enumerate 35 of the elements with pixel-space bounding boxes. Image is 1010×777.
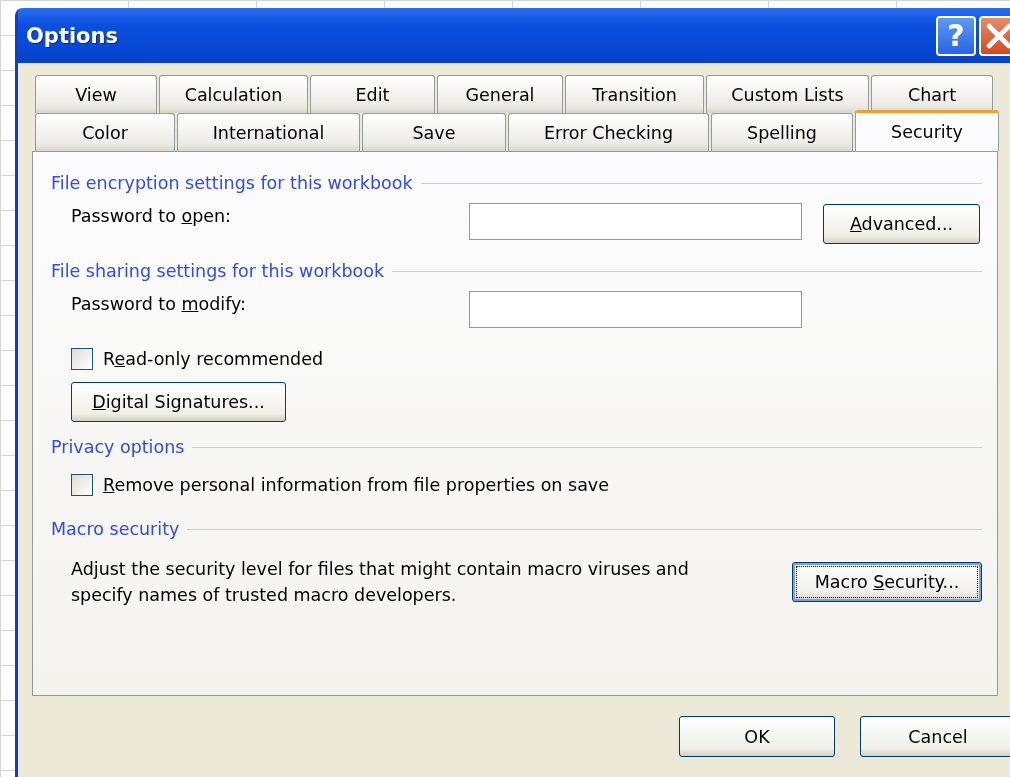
tab[interactable]: Spelling xyxy=(711,113,853,151)
checkbox-label: Remove personal information from file properties on save xyxy=(103,475,609,495)
tab[interactable]: General xyxy=(437,75,563,113)
section-heading: Macro security xyxy=(51,519,180,539)
tab[interactable]: Save xyxy=(362,113,506,151)
tab[interactable]: Color xyxy=(35,113,175,151)
dialog-button[interactable]: Cancel xyxy=(860,716,1010,757)
window-title: Options xyxy=(26,23,118,48)
field-label: Password to modify: xyxy=(71,294,247,314)
checkbox[interactable] xyxy=(71,474,93,496)
tab[interactable]: Chart xyxy=(871,75,993,113)
password-field[interactable] xyxy=(469,290,802,328)
macro-security-button[interactable]: Macro Security... xyxy=(792,562,982,602)
tab[interactable]: Edit xyxy=(310,75,435,113)
tab[interactable]: International xyxy=(177,113,360,151)
close-icon xyxy=(985,21,1010,50)
section-heading: File encryption settings for this workbook xyxy=(51,173,413,193)
tab[interactable]: View xyxy=(35,75,157,113)
dialog-button[interactable]: OK xyxy=(679,716,835,757)
tab[interactable]: Custom Lists xyxy=(706,75,869,113)
digital-signatures-button[interactable]: Digital Signatures... xyxy=(71,382,286,422)
checkbox-label: Read-only recommended xyxy=(103,349,324,369)
tab[interactable]: Error Checking xyxy=(508,113,709,151)
help-button[interactable]: ? xyxy=(936,15,976,56)
section-heading: Privacy options xyxy=(51,437,185,457)
password-field[interactable] xyxy=(469,202,802,240)
close-button[interactable] xyxy=(979,15,1010,56)
field-label: Password to open: xyxy=(71,206,233,226)
description-text: Adjust the security level for files that might contain macro viruses and specify names of trusted macro developers. xyxy=(71,558,690,607)
tab[interactable]: Security xyxy=(855,110,999,151)
advanced-button[interactable]: Advanced... xyxy=(823,204,980,244)
section-heading: File sharing settings for this workbook xyxy=(51,261,385,281)
tab[interactable]: Calculation xyxy=(159,75,308,113)
checkbox[interactable] xyxy=(71,348,93,370)
tab[interactable]: Transition xyxy=(565,75,704,113)
